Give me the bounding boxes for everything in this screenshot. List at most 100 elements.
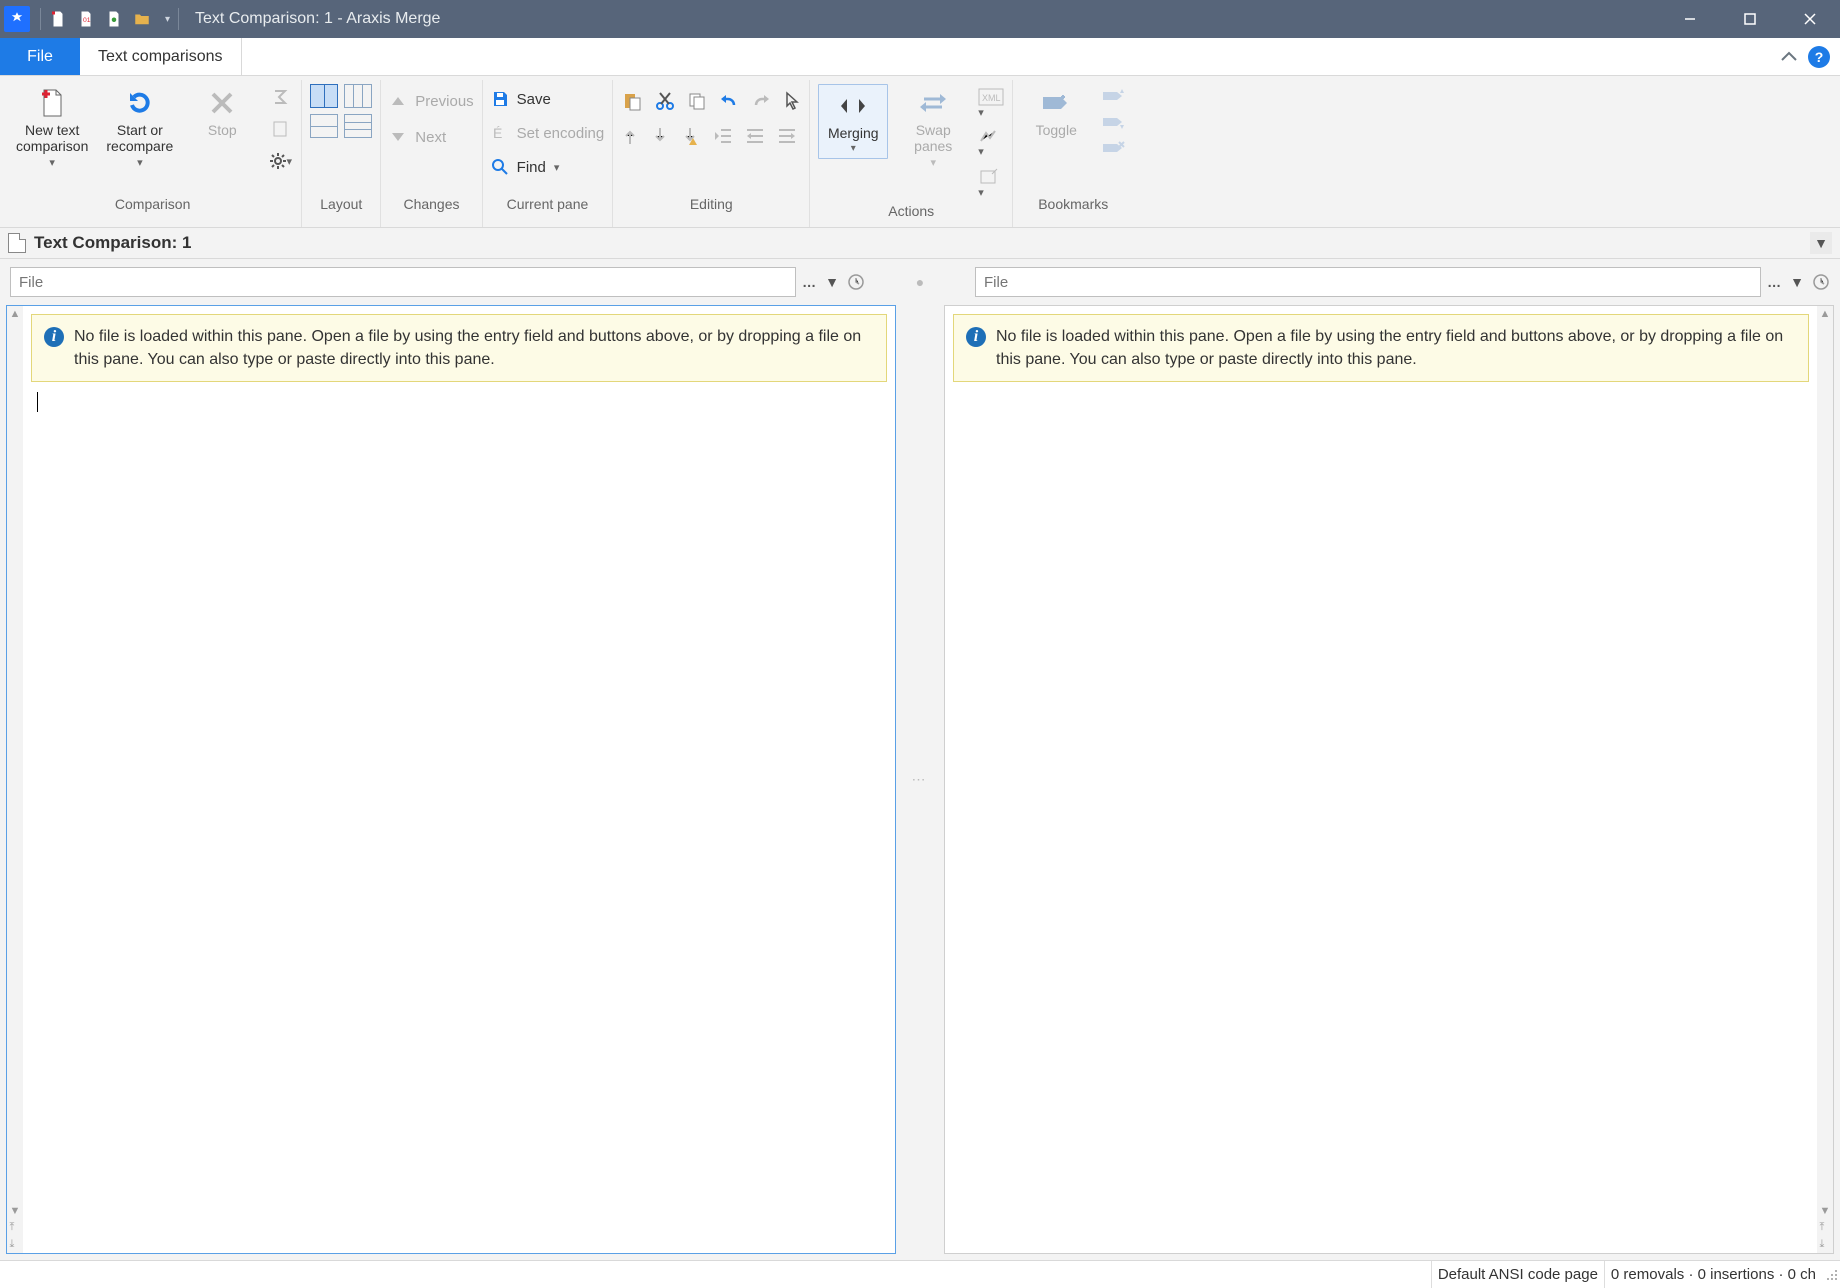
window-title: Text Comparison: 1 - Araxis Merge xyxy=(195,10,440,28)
qa-dropdown-icon[interactable]: ▾ xyxy=(161,14,174,25)
separator xyxy=(178,8,179,30)
ribbon-group-changes: Previous Next Changes xyxy=(381,80,482,227)
svg-text:É: É xyxy=(493,125,502,141)
undo-icon[interactable] xyxy=(719,91,739,111)
resize-grip-icon[interactable] xyxy=(1822,1267,1840,1283)
pane-splitter[interactable]: ⋯ xyxy=(896,305,944,1254)
last-change-icon[interactable]: ⤓ xyxy=(1820,1238,1831,1251)
text-cursor xyxy=(37,392,38,412)
dropdown-icon[interactable]: ▼ xyxy=(1790,274,1804,290)
first-change-icon[interactable]: ⤒ xyxy=(1820,1221,1831,1234)
maximize-button[interactable] xyxy=(1720,0,1780,38)
qa-new-text-icon[interactable] xyxy=(49,10,67,28)
scroll-up-icon[interactable]: ▲ xyxy=(10,308,21,320)
left-gutter[interactable]: ▲ ▼ ⤒ ⤓ xyxy=(7,306,23,1253)
last-change-icon[interactable]: ⤓ xyxy=(10,1238,21,1251)
more-options-icon[interactable]: … xyxy=(802,274,817,290)
quick-access-toolbar: 01 ▾ xyxy=(45,10,174,28)
stop-button[interactable]: Stop xyxy=(187,84,257,140)
scroll-down-icon[interactable]: ▼ xyxy=(1820,1205,1831,1217)
help-button[interactable]: ? xyxy=(1808,46,1830,68)
cursor-icon[interactable] xyxy=(783,91,801,111)
layout-2row-button[interactable] xyxy=(310,114,338,138)
tab-text-comparisons[interactable]: Text comparisons xyxy=(80,38,242,75)
document-small-icon[interactable] xyxy=(267,116,293,142)
dropdown-icon[interactable]: ▼ xyxy=(825,274,839,290)
btn-label: Previous xyxy=(415,93,473,110)
more-options-icon[interactable]: … xyxy=(1767,274,1782,290)
collapse-ribbon-icon[interactable] xyxy=(1780,50,1798,64)
swap-icon xyxy=(916,86,950,120)
toggle-bookmark-button[interactable]: Toggle xyxy=(1021,84,1091,140)
status-encoding: Default ANSI code page xyxy=(1431,1261,1604,1288)
cut-icon[interactable] xyxy=(655,91,675,111)
clear-bookmarks-icon[interactable] xyxy=(1101,140,1125,156)
dedent-lines-icon[interactable] xyxy=(713,127,733,145)
scroll-down-icon[interactable]: ▼ xyxy=(10,1205,21,1217)
outdent-icon[interactable] xyxy=(745,127,765,145)
insert-warn-icon[interactable] xyxy=(681,126,701,146)
find-button[interactable]: Find xyxy=(491,154,605,180)
insert-above-icon[interactable] xyxy=(621,126,639,146)
ribbon-group-layout: Layout xyxy=(302,80,381,227)
stop-icon xyxy=(205,86,239,120)
layout-2col-button[interactable] xyxy=(310,84,338,108)
save-button[interactable]: Save xyxy=(491,86,605,112)
indent-icon[interactable] xyxy=(777,127,797,145)
group-label: Current pane xyxy=(491,192,605,218)
history-icon[interactable] xyxy=(847,273,865,291)
tab-file[interactable]: File xyxy=(0,38,80,75)
close-button[interactable] xyxy=(1780,0,1840,38)
btn-label: Set encoding xyxy=(517,125,605,142)
file-path-input-left[interactable] xyxy=(10,267,796,297)
info-banner: i No file is loaded within this pane. Op… xyxy=(31,314,887,382)
arrow-down-icon xyxy=(389,128,407,146)
action-small-1-icon[interactable] xyxy=(978,129,1004,158)
copy-icon[interactable] xyxy=(687,91,707,111)
first-change-icon[interactable]: ⤒ xyxy=(10,1221,21,1234)
qa-new-folder-icon[interactable] xyxy=(133,10,151,28)
ribbon-group-bookmarks: Toggle Bookmarks xyxy=(1013,80,1133,227)
paste-icon[interactable] xyxy=(621,90,643,112)
ribbon-group-current-pane: Save É Set encoding Find Current pane xyxy=(483,80,614,227)
document-menu-button[interactable]: ▼ xyxy=(1810,232,1832,254)
qa-new-image-icon[interactable] xyxy=(105,10,123,28)
right-editor[interactable]: i No file is loaded within this pane. Op… xyxy=(945,306,1817,1253)
merging-button[interactable]: Merging ▾ xyxy=(818,84,888,159)
ribbon-group-actions: Merging ▾ Swap panes XML Actions xyxy=(810,80,1013,227)
new-text-comparison-button[interactable]: New text comparison xyxy=(12,84,92,171)
file-path-input-right[interactable] xyxy=(975,267,1761,297)
separator xyxy=(40,8,41,30)
btn-label: Swap panes xyxy=(914,122,952,154)
minimize-button[interactable] xyxy=(1660,0,1720,38)
btn-label: Start or recompare xyxy=(106,122,173,154)
right-gutter[interactable]: ▲ ▼ ⤒ ⤓ xyxy=(1817,306,1833,1253)
comparison-panes: ▲ ▼ ⤒ ⤓ i No file is loaded within this … xyxy=(0,305,1840,1260)
action-small-2-icon[interactable] xyxy=(978,168,1004,199)
next-change-button[interactable]: Next xyxy=(389,124,473,150)
ribbon: New text comparison Start or recompare S… xyxy=(0,76,1840,228)
qa-new-binary-icon[interactable]: 01 xyxy=(77,10,95,28)
document-icon xyxy=(8,233,26,253)
previous-change-button[interactable]: Previous xyxy=(389,88,473,114)
history-icon[interactable] xyxy=(1812,273,1830,291)
swap-panes-button[interactable]: Swap panes xyxy=(898,84,968,171)
layout-3col-button[interactable] xyxy=(344,84,372,108)
left-editor[interactable]: i No file is loaded within this pane. Op… xyxy=(23,306,895,1253)
bookmark-icon xyxy=(1039,86,1073,120)
next-bookmark-icon[interactable] xyxy=(1101,114,1125,130)
sum-icon[interactable] xyxy=(267,84,293,110)
start-recompare-button[interactable]: Start or recompare xyxy=(102,84,177,171)
xml-icon[interactable]: XML xyxy=(978,88,1004,119)
file-entry-right: … ▼ xyxy=(975,267,1830,297)
prev-bookmark-icon[interactable] xyxy=(1101,88,1125,104)
set-encoding-button[interactable]: É Set encoding xyxy=(491,120,605,146)
file-entry-row: … ▼ ● … ▼ xyxy=(0,259,1840,305)
ribbon-tab-strip: File Text comparisons ? xyxy=(0,38,1840,76)
redo-icon[interactable] xyxy=(751,91,771,111)
info-icon: i xyxy=(44,327,64,347)
layout-3row-button[interactable] xyxy=(344,114,372,138)
scroll-up-icon[interactable]: ▲ xyxy=(1820,308,1831,320)
insert-below-icon[interactable] xyxy=(651,126,669,146)
options-gear-icon[interactable] xyxy=(267,148,293,174)
